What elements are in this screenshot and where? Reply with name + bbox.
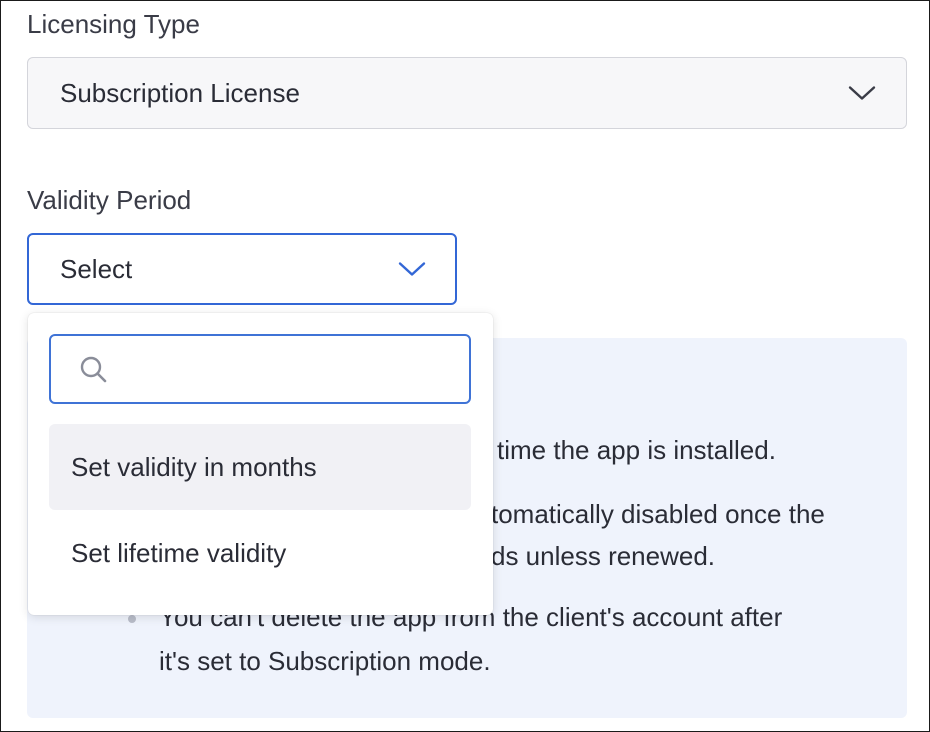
info-text-line: time the app is installed. <box>497 435 776 465</box>
option-set-lifetime-validity[interactable]: Set lifetime validity <box>49 510 471 596</box>
option-label: Set validity in months <box>71 451 317 482</box>
validity-period-select[interactable]: Select <box>27 233 457 305</box>
info-text-line: it's set to Subscription mode. <box>159 646 491 676</box>
option-label: Set lifetime validity <box>71 537 287 568</box>
licensing-type-value: Subscription License <box>60 77 300 108</box>
licensing-type-select[interactable]: Subscription License <box>27 57 907 129</box>
validity-period-label: Validity Period <box>27 185 192 215</box>
validity-dropdown-menu: Set validity in months Set lifetime vali… <box>28 313 493 615</box>
info-text-line: ds unless renewed. <box>491 541 716 571</box>
info-text-line: tomatically disabled once the <box>491 499 825 529</box>
chevron-down-icon <box>848 78 876 109</box>
dropdown-search-box[interactable] <box>49 334 471 404</box>
form-panel: Licensing Type Subscription License Vali… <box>0 0 930 732</box>
dropdown-search-input[interactable] <box>121 336 465 404</box>
search-icon <box>79 355 109 390</box>
chevron-down-icon <box>398 254 426 285</box>
validity-period-value: Select <box>60 253 133 284</box>
bullet-icon <box>128 615 136 623</box>
option-set-validity-months[interactable]: Set validity in months <box>49 424 471 510</box>
licensing-type-label: Licensing Type <box>27 9 200 39</box>
